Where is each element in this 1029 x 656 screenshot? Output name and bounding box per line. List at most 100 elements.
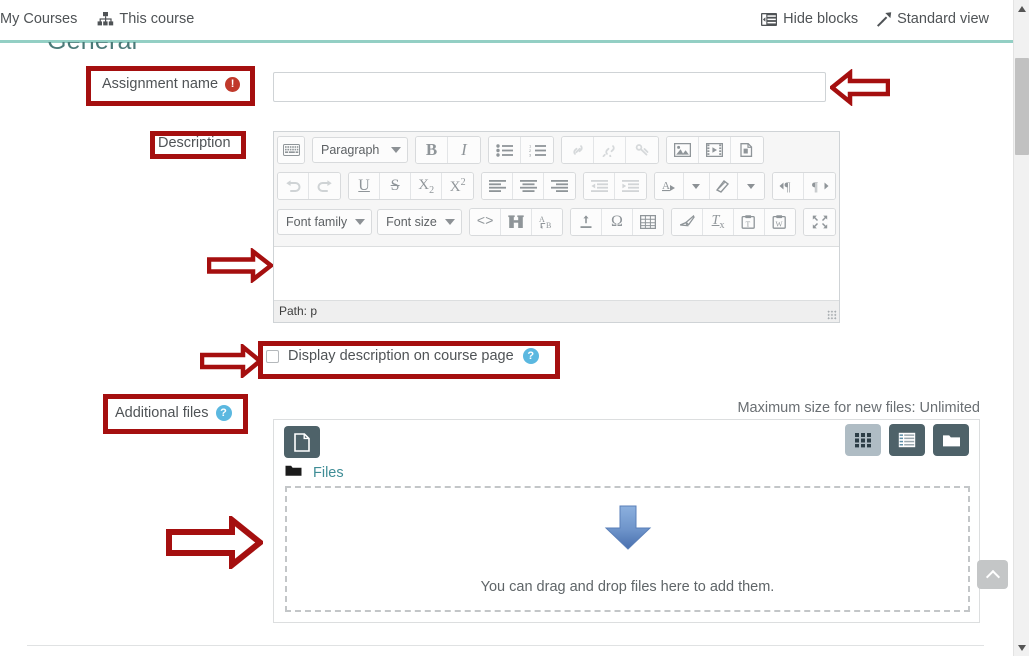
image-icon[interactable]: [667, 137, 699, 163]
file-dropzone[interactable]: You can drag and drop files here to add …: [285, 486, 970, 612]
italic-icon[interactable]: I: [448, 137, 480, 163]
manage-files-icon[interactable]: [731, 137, 763, 163]
superscript-icon[interactable]: X2: [442, 173, 474, 199]
rtl-icon[interactable]: ¶: [804, 173, 836, 199]
subscript-icon[interactable]: X2: [411, 173, 443, 199]
anchor-icon[interactable]: [626, 137, 658, 163]
sitemap-icon: [97, 11, 114, 27]
screenreader-helper-icon[interactable]: A B: [531, 209, 563, 235]
bold-icon[interactable]: B: [416, 137, 448, 163]
paragraph-style-select[interactable]: Paragraph: [312, 137, 408, 163]
additional-files-label-group: Additional files ?: [115, 405, 232, 421]
editor-resize-handle[interactable]: [827, 310, 837, 320]
file-manager: Files You can drag and drop files here t…: [273, 419, 980, 623]
nav-my-courses[interactable]: My Courses: [0, 11, 77, 27]
text-color-caret[interactable]: [683, 173, 710, 199]
editor-toolbar-row-1: Paragraph B I 1 2 3: [274, 132, 839, 168]
nav-this-course[interactable]: This course: [97, 11, 194, 27]
annotation-arrow-display-description: [200, 344, 262, 378]
unlink-icon[interactable]: [594, 137, 626, 163]
special-character-icon[interactable]: Ω: [602, 209, 633, 235]
triangle-up-icon: [1018, 5, 1026, 12]
assignment-name-label-group: Assignment name !: [102, 76, 241, 92]
insert-horizontal-rule-icon[interactable]: [571, 209, 603, 235]
view-list-button[interactable]: [889, 424, 925, 456]
accessibility-checker-icon[interactable]: [500, 209, 532, 235]
chevron-up-icon: [985, 569, 1000, 584]
toolbar-group-clean: Tx T W: [671, 208, 797, 236]
nav-my-courses-label: My Courses: [0, 11, 78, 27]
link-icon[interactable]: [562, 137, 594, 163]
annotation-arrow-assignment-name: [830, 69, 890, 106]
scrollbar-down-arrow[interactable]: [1014, 639, 1029, 656]
file-manager-breadcrumb: Files: [285, 464, 344, 482]
display-description-label: Display description on course page: [288, 348, 514, 364]
paste-text-icon[interactable]: T: [733, 209, 765, 235]
font-family-select[interactable]: Font family: [277, 209, 373, 235]
svg-text:¶: ¶: [784, 179, 790, 193]
standard-view-button[interactable]: Standard view: [876, 11, 989, 27]
undo-icon[interactable]: [278, 173, 310, 199]
toolbar-group-media: [666, 136, 764, 164]
toolbar-group-insert: Ω: [570, 208, 665, 236]
highlight-color-icon[interactable]: [709, 173, 738, 199]
toolbar-group-undo-redo: [277, 172, 342, 200]
html-source-icon[interactable]: <>: [470, 209, 501, 235]
outdent-icon[interactable]: [584, 173, 616, 199]
toolbar-group-tools: <> A B: [469, 208, 564, 236]
breadcrumb-files-link[interactable]: Files: [313, 465, 344, 481]
help-icon-additional-files[interactable]: ?: [215, 405, 232, 421]
svg-text:B: B: [546, 221, 551, 229]
scrollbar-up-arrow[interactable]: [1014, 0, 1029, 17]
highlight-color-caret[interactable]: [737, 173, 764, 199]
svg-text:A: A: [662, 180, 670, 192]
align-left-icon[interactable]: [482, 173, 514, 199]
ltr-icon[interactable]: ¶: [772, 173, 804, 199]
toolbar-group-alignment: [481, 172, 577, 200]
toolbar-group-colors: A: [654, 172, 765, 200]
display-description-checkbox[interactable]: [266, 349, 279, 363]
chevron-down-icon: [445, 219, 456, 225]
toolbar-group-indent: [583, 172, 648, 200]
font-family-value: Font family: [286, 215, 348, 229]
redo-icon[interactable]: [309, 173, 341, 199]
align-center-icon[interactable]: [513, 173, 545, 199]
back-to-top-button[interactable]: [977, 560, 1008, 589]
assignment-name-label: Assignment name: [102, 76, 219, 92]
indent-icon[interactable]: [615, 173, 647, 199]
standard-view-label: Standard view: [897, 11, 989, 27]
underline-icon[interactable]: U: [349, 173, 381, 199]
svg-text:A: A: [539, 215, 545, 224]
assignment-name-input[interactable]: [273, 72, 826, 102]
text-color-icon[interactable]: A: [655, 173, 684, 199]
description-text-area[interactable]: [274, 246, 839, 301]
align-right-icon[interactable]: [544, 173, 576, 199]
section-divider-bottom: [27, 645, 984, 646]
help-icon-display-description[interactable]: ?: [522, 348, 539, 364]
clear-formatting-icon[interactable]: [672, 209, 704, 235]
keyboard-icon[interactable]: [278, 137, 304, 163]
scrollbar-thumb[interactable]: [1015, 58, 1029, 155]
toolbar-group-fullscreen: [803, 208, 837, 236]
fullscreen-icon[interactable]: [804, 209, 836, 235]
additional-files-label: Additional files: [115, 405, 209, 421]
svg-text:T: T: [746, 219, 751, 228]
folder-icon: [285, 464, 302, 482]
table-icon[interactable]: [632, 209, 664, 235]
media-icon[interactable]: [699, 137, 731, 163]
hide-blocks-button[interactable]: Hide blocks: [761, 11, 858, 27]
view-icons-button[interactable]: [845, 424, 881, 456]
editor-toolbar-row-3: Font family Font size <> A B Ω Tx T W: [274, 204, 839, 240]
view-tree-button[interactable]: [933, 424, 969, 456]
remove-format-icon[interactable]: Tx: [703, 209, 734, 235]
paste-word-icon[interactable]: W: [764, 209, 796, 235]
add-file-button[interactable]: [284, 426, 320, 458]
bullet-list-icon[interactable]: [489, 137, 521, 163]
strikethrough-icon[interactable]: S: [380, 173, 412, 199]
font-size-select[interactable]: Font size: [377, 209, 463, 235]
chevron-down-icon: [355, 219, 366, 225]
numbered-list-icon[interactable]: 1 2 3: [521, 137, 553, 163]
page-scrollbar[interactable]: [1013, 0, 1029, 656]
editor-toolbar-row-2: U S X2 X2 A ¶ ¶: [274, 168, 839, 204]
required-icon: !: [225, 76, 241, 92]
